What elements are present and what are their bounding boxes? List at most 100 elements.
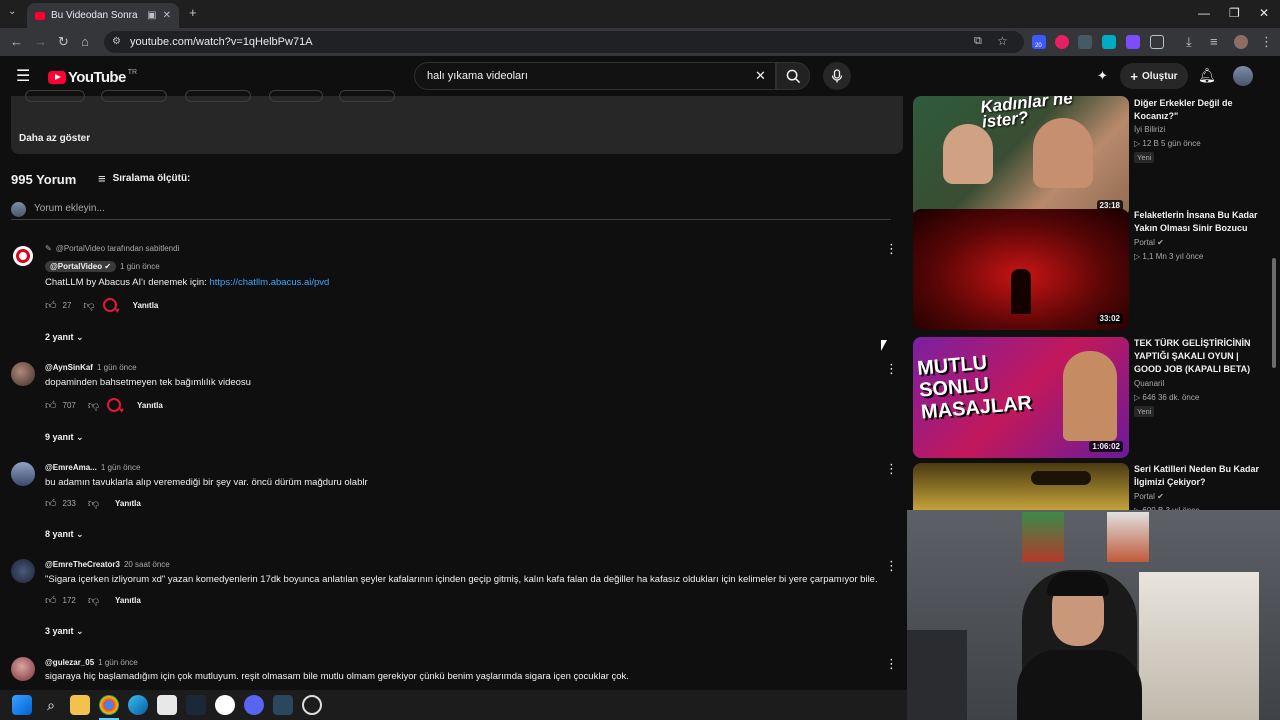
- home-icon[interactable]: ⌂: [81, 34, 89, 49]
- video-thumbnail[interactable]: Kadınlar ne ister? 23:18: [913, 96, 1129, 217]
- minimize-button[interactable]: —: [1198, 6, 1210, 20]
- comment-menu-icon[interactable]: ⋮: [885, 559, 898, 572]
- tab-close-icon[interactable]: ✕: [163, 10, 171, 21]
- steam-icon[interactable]: [186, 695, 206, 715]
- extension-icon[interactable]: [1102, 35, 1116, 49]
- reply-button[interactable]: Yanıtla: [137, 401, 163, 410]
- comment-time[interactable]: 20 saat önce: [124, 560, 170, 569]
- person-hair: [1047, 572, 1109, 596]
- sort-button[interactable]: ≡ Sıralama ölçütü:: [98, 171, 190, 186]
- reload-icon[interactable]: ↻: [58, 34, 69, 50]
- voice-search-button[interactable]: [823, 62, 851, 90]
- windows-start-icon[interactable]: [12, 695, 32, 715]
- extension-icon[interactable]: [1126, 35, 1140, 49]
- reading-list-icon[interactable]: ≡: [1210, 34, 1218, 49]
- replies-toggle[interactable]: 9 yanıt ⌄: [45, 432, 84, 443]
- search-icon[interactable]: ⌕: [41, 695, 61, 715]
- comment-menu-icon[interactable]: ⋮: [885, 462, 898, 475]
- app-icon[interactable]: [302, 695, 322, 715]
- comment-menu-icon[interactable]: ⋮: [885, 657, 898, 670]
- hamburger-menu-icon[interactable]: ☰: [16, 66, 30, 86]
- clear-search-icon[interactable]: ✕: [755, 68, 766, 84]
- reply-button[interactable]: Yanıtla: [115, 596, 141, 605]
- comment-author[interactable]: @EmreAma...: [45, 463, 97, 472]
- dislike-icon[interactable]: 👎︎: [88, 594, 99, 607]
- reply-button[interactable]: Yanıtla: [133, 301, 159, 310]
- thumbnail-text: MUTLU SONLU MASAJLAR: [916, 351, 1033, 424]
- video-title[interactable]: TEK TÜRK GELİŞTİRİCİNİN YAPTIĞI ŞAKALI O…: [1134, 337, 1264, 376]
- search-input[interactable]: halı yıkama videoları ✕: [414, 62, 776, 90]
- chrome-icon[interactable]: [99, 695, 119, 715]
- forward-arrow-icon[interactable]: →: [34, 34, 47, 49]
- comment-author[interactable]: @AynSinKaf: [45, 363, 93, 372]
- new-tab-icon[interactable]: +: [189, 5, 197, 20]
- store-icon[interactable]: [157, 695, 177, 715]
- dislike-icon[interactable]: 👎︎: [88, 399, 99, 412]
- comment-author[interactable]: @EmreTheCreator3: [45, 560, 120, 569]
- comment-time[interactable]: 1 gün önce: [120, 262, 160, 271]
- create-button[interactable]: + Oluştur: [1120, 63, 1188, 89]
- search-button[interactable]: [776, 62, 810, 90]
- account-avatar[interactable]: [1233, 66, 1253, 86]
- video-thumbnail[interactable]: 33:02: [913, 209, 1129, 330]
- like-icon[interactable]: 👍︎: [45, 399, 57, 412]
- extension-icon[interactable]: [1055, 35, 1069, 49]
- comment-menu-icon[interactable]: ⋮: [885, 362, 898, 375]
- steam-icon[interactable]: [273, 695, 293, 715]
- chrome-menu-icon[interactable]: ⋮: [1260, 34, 1273, 50]
- replies-toggle[interactable]: 2 yanıt ⌄: [45, 332, 84, 343]
- show-less-button[interactable]: Daha az göster: [19, 133, 90, 144]
- comment-avatar[interactable]: [13, 246, 33, 266]
- video-channel[interactable]: Quanaril: [1134, 379, 1164, 388]
- edge-icon[interactable]: [128, 695, 148, 715]
- comment-avatar[interactable]: [11, 559, 35, 583]
- dislike-icon[interactable]: 👎︎: [83, 299, 94, 312]
- channel-owner-badge[interactable]: @PortalVideo ✔: [45, 261, 117, 272]
- comment-time[interactable]: 1 gün önce: [97, 363, 137, 372]
- ai-sparkle-icon[interactable]: ✦: [1097, 68, 1108, 84]
- comment-menu-icon[interactable]: ⋮: [885, 242, 898, 255]
- browser-tab[interactable]: Bu Videodan Sonra Sigaray ▣ ✕: [27, 3, 179, 28]
- site-info-icon[interactable]: ⚙: [112, 36, 121, 47]
- profile-avatar[interactable]: [1234, 35, 1248, 49]
- video-thumbnail[interactable]: MUTLU SONLU MASAJLAR 1:06:02: [913, 337, 1129, 458]
- comment-avatar[interactable]: [11, 362, 35, 386]
- file-explorer-icon[interactable]: [70, 695, 90, 715]
- comment-time[interactable]: 1 gün önce: [98, 658, 138, 667]
- like-icon[interactable]: 👍︎: [45, 497, 57, 510]
- extension-icon[interactable]: [1078, 35, 1092, 49]
- youtube-logo[interactable]: YouTube TR: [48, 69, 137, 86]
- video-channel[interactable]: Portal ✔: [1134, 238, 1164, 247]
- download-icon[interactable]: ⤓: [1186, 34, 1192, 50]
- video-title[interactable]: Felaketlerin İnsana Bu Kadar Yakın Olmas…: [1134, 209, 1264, 235]
- dislike-icon[interactable]: 👎︎: [88, 497, 99, 510]
- extensions-puzzle-icon[interactable]: [1150, 35, 1164, 49]
- discord-icon[interactable]: [244, 695, 264, 715]
- notifications-bell-icon[interactable]: 🔔︎: [1198, 67, 1216, 84]
- replies-toggle[interactable]: 8 yanıt ⌄: [45, 529, 84, 540]
- maximize-button[interactable]: ❐: [1229, 6, 1240, 20]
- video-channel[interactable]: Portal ✔: [1134, 492, 1164, 501]
- back-arrow-icon[interactable]: ←: [10, 34, 23, 49]
- video-title[interactable]: Diğer Erkekler Değil de Kocanız?": [1134, 97, 1264, 123]
- video-thumbnail[interactable]: [913, 463, 1129, 510]
- video-title[interactable]: Seri Katilleri Neden Bu Kadar İlgimizi Ç…: [1134, 463, 1264, 489]
- comment-time[interactable]: 1 gün önce: [101, 463, 141, 472]
- add-comment-field[interactable]: Yorum ekleyin...: [11, 202, 891, 220]
- comment-link[interactable]: https://chatllm.abacus.ai/pvd: [209, 277, 329, 288]
- like-icon[interactable]: 👍︎: [45, 594, 57, 607]
- replies-toggle[interactable]: 3 yanıt ⌄: [45, 626, 84, 637]
- address-bar[interactable]: ⚙ youtube.com/watch?v=1qHelbPw71A ⧉ ☆: [104, 31, 1024, 53]
- yandex-icon[interactable]: [215, 695, 235, 715]
- reply-button[interactable]: Yanıtla: [115, 499, 141, 508]
- comment-avatar[interactable]: [11, 657, 35, 681]
- like-icon[interactable]: 👍︎: [45, 299, 57, 312]
- tab-list-icon[interactable]: ⌄: [8, 6, 16, 17]
- comment-author[interactable]: @gulezar_05: [45, 658, 94, 667]
- comment-avatar[interactable]: [11, 462, 35, 486]
- bookmark-star-icon[interactable]: ☆: [997, 34, 1008, 48]
- video-channel[interactable]: İyi Bilirizi: [1134, 125, 1165, 134]
- close-window-button[interactable]: ✕: [1259, 6, 1269, 20]
- sidebar-scrollbar[interactable]: [1272, 258, 1276, 368]
- install-app-icon[interactable]: ⧉: [974, 35, 982, 48]
